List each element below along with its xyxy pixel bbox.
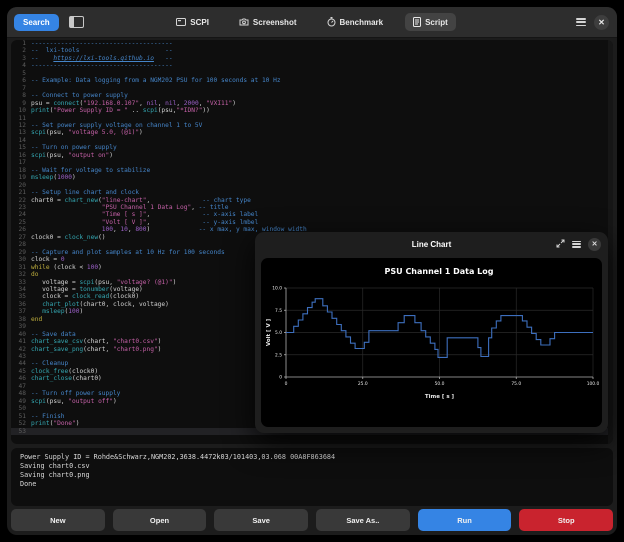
svg-text:100.0: 100.0 — [587, 381, 600, 387]
console-line: Saving chart0.png — [11, 471, 613, 480]
code-line: 21-- Setup line chart and clock — [11, 189, 613, 196]
chart-menu-icon[interactable] — [572, 241, 581, 248]
code-line: 7 — [11, 85, 613, 92]
svg-text:7.5: 7.5 — [275, 308, 282, 314]
svg-text:0: 0 — [285, 381, 288, 387]
view-tabs: SCPI Screenshot Benchmark Script — [7, 7, 617, 37]
code-line: 18-- Wait for voltage to stabilize — [11, 167, 613, 174]
code-line: 23 "PSU Channel 1 Data Log", -- title — [11, 204, 613, 211]
save-button[interactable]: Save — [214, 509, 308, 531]
save-as-button[interactable]: Save As.. — [316, 509, 410, 531]
document-icon — [413, 17, 421, 27]
code-line: 12-- Set power supply voltage on channel… — [11, 122, 613, 129]
chart-close-icon[interactable]: ✕ — [588, 238, 601, 251]
tab-label: Benchmark — [340, 18, 384, 27]
stop-button[interactable]: Stop — [519, 509, 613, 531]
close-icon[interactable]: ✕ — [594, 15, 609, 30]
code-line: 4-------------------------------------- — [11, 62, 613, 69]
tab-label: SCPI — [190, 18, 209, 27]
footer-toolbar: New Open Save Save As.. Run Stop — [11, 509, 613, 531]
line-chart-window: Line Chart ✕ 0 2.5 5.0 7.5 10.0 0 25.0 50.0 75.0… — [255, 232, 608, 433]
code-line: 16scpi(psu, "output on") — [11, 152, 613, 159]
code-line: 1-------------------------------------- — [11, 40, 613, 47]
code-line: 19msleep(1000) — [11, 174, 613, 181]
svg-text:25.0: 25.0 — [358, 381, 368, 387]
expand-icon[interactable] — [556, 235, 565, 253]
menu-icon[interactable] — [576, 18, 586, 26]
code-line: 14 — [11, 137, 613, 144]
tab-screenshot[interactable]: Screenshot — [231, 14, 305, 31]
svg-text:2.5: 2.5 — [275, 352, 282, 358]
new-button[interactable]: New — [11, 509, 105, 531]
code-line: 15-- Turn on power supply — [11, 144, 613, 151]
stopwatch-icon — [327, 17, 336, 27]
svg-text:10.0: 10.0 — [272, 286, 282, 292]
code-line: 11 — [11, 115, 613, 122]
open-button[interactable]: Open — [113, 509, 207, 531]
code-line: 17 — [11, 159, 613, 166]
code-line: 24 "Time [ s ]", -- x-axis label — [11, 211, 613, 218]
code-line: 13scpi(psu, "voltage 5.0, (@1)") — [11, 129, 613, 136]
tab-label: Script — [425, 18, 448, 27]
tab-benchmark[interactable]: Benchmark — [319, 13, 392, 31]
search-button[interactable]: Search — [14, 14, 59, 31]
chart-window-title: Line Chart — [412, 240, 452, 249]
code-line: 5 — [11, 70, 613, 77]
run-button[interactable]: Run — [418, 509, 512, 531]
code-line: 10print("Power Supply ID = " .. scpi(psu… — [11, 107, 613, 114]
console-line: Power Supply ID = Rohde&Schwarz,NGM202,3… — [11, 453, 613, 462]
code-line: 2-- lxi-tools -- — [11, 47, 613, 54]
svg-text:Volt [ V ]: Volt [ V ] — [266, 318, 272, 346]
line-chart-plot: 0 2.5 5.0 7.5 10.0 0 25.0 50.0 75.0 100.0 PSU Chan… — [261, 258, 602, 427]
chart-window-titlebar[interactable]: Line Chart ✕ — [255, 232, 608, 256]
console-line: Done — [11, 480, 613, 489]
tab-scpi[interactable]: SCPI — [168, 14, 217, 31]
code-line: 6-- Example: Data logging from a NGM202 … — [11, 77, 613, 84]
svg-text:5.0: 5.0 — [275, 330, 282, 336]
sidebar-toggle-icon[interactable] — [69, 16, 84, 28]
header-bar: Search SCPI Screenshot Benchmark — [7, 7, 617, 38]
header-right-controls: ✕ — [576, 7, 609, 37]
code-line: 9psu = connect("192.168.0.107", nil, nil… — [11, 100, 613, 107]
code-line: 3-- https://lxi-tools.github.io -- — [11, 55, 613, 62]
tab-label: Screenshot — [253, 18, 297, 27]
tab-script[interactable]: Script — [405, 13, 456, 31]
code-line: 20 — [11, 182, 613, 189]
console-line: Saving chart0.csv — [11, 462, 613, 471]
svg-text:75.0: 75.0 — [511, 381, 521, 387]
code-line: 22chart0 = chart_new("line-chart", -- ch… — [11, 197, 613, 204]
terminal-icon — [176, 18, 186, 26]
editor-scrollbar[interactable] — [608, 40, 613, 444]
camera-icon — [239, 18, 249, 26]
app-window: Search SCPI Screenshot Benchmark — [7, 7, 617, 535]
code-line: 25 "Volt [ V ]", -- y-axis lmbel — [11, 219, 613, 226]
svg-text:Time [ s ]: Time [ s ] — [425, 394, 455, 400]
code-line: 8-- Connect to power supply — [11, 92, 613, 99]
console-output[interactable]: Power Supply ID = Rohde&Schwarz,NGM202,3… — [11, 448, 613, 506]
svg-text:0: 0 — [279, 375, 282, 381]
svg-text:PSU Channel 1 Data Log: PSU Channel 1 Data Log — [385, 267, 494, 276]
svg-text:50.0: 50.0 — [435, 381, 445, 387]
